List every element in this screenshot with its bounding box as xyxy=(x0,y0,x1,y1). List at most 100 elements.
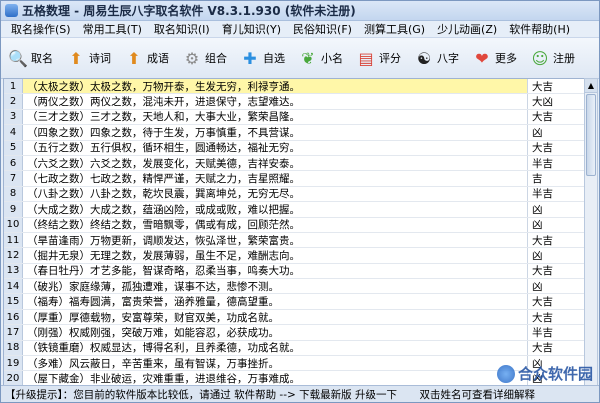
fortune-cell: 凶 xyxy=(532,280,543,293)
gear-icon: ⚙ xyxy=(184,48,200,68)
row-number: 11 xyxy=(4,232,23,248)
table-row[interactable]: 7 （七政之数）七政之数，精悍严谨，天赋之力，吉星照耀。吉 xyxy=(4,171,584,187)
toolbar-button-1[interactable]: ⬆ 诗词 xyxy=(63,42,113,74)
toolbar-button-5[interactable]: ❦ 小名 xyxy=(295,42,345,74)
fortune-cell: 大吉 xyxy=(532,342,553,355)
toolbar-label: 诗词 xyxy=(89,52,111,65)
row-number: 1 xyxy=(4,79,23,94)
meaning-cell[interactable]: （铁镜重磨）权威显达，博得名利，且养柔德，功成名就。 xyxy=(23,340,528,356)
meaning-cell[interactable]: （掘井无泉）无理之数，发展薄弱，虽生不足，难酬志向。 xyxy=(23,248,528,263)
table-row[interactable]: 14 （破兆）家庭缘薄，孤独遭难，谋事不达，悲惨不测。凶 xyxy=(4,279,584,295)
main-window: 五格数理 - 周易生辰八字取名软件 V8.3.1.930 (软件未注册) 取名操… xyxy=(0,0,600,403)
meaning-cell[interactable]: （五行之数）五行俱权，循环相生，圆通畅达，福祉无穷。 xyxy=(23,140,528,155)
table-row[interactable]: 1 （太极之数）太极之数，万物开泰，生发无穷，利禄亨通。 大吉 xyxy=(4,79,584,95)
menu-item-7[interactable]: 软件帮助(H) xyxy=(503,21,576,37)
fortune-cell: 大吉 xyxy=(532,265,553,278)
magnifier-icon: 🔍 xyxy=(8,48,28,68)
table-row[interactable]: 6 （六爻之数）六爻之数，发展变化，天赋美德，吉祥安泰。 半吉 xyxy=(4,155,584,172)
menu-bar: 取名操作(S) 常用工具(T) 取名知识(I) 育儿知识(Y) 民俗知识(F) 测算工具(… xyxy=(1,21,599,38)
scroll-thumb[interactable] xyxy=(586,94,596,176)
meaning-cell[interactable]: （六爻之数）六爻之数，发展变化，天赋美德，吉祥安泰。 xyxy=(23,155,528,171)
row-number: 18 xyxy=(4,340,23,356)
table-row[interactable]: 4 （四象之数）四象之数，待于生发，万事慎重，不具营谋。凶 xyxy=(4,125,584,141)
toolbar-button-6[interactable]: ▤ 评分 xyxy=(353,42,403,74)
row-number: 2 xyxy=(4,94,23,109)
row-number: 5 xyxy=(4,140,23,155)
meaning-cell[interactable]: （四象之数）四象之数，待于生发，万事慎重，不具营谋。 xyxy=(23,125,528,140)
meaning-cell[interactable]: （七政之数）七政之数，精悍严谨，天赋之力，吉星照耀。 xyxy=(23,171,528,186)
menu-item-3[interactable]: 育儿知识(Y) xyxy=(216,21,287,37)
toolbar-button-2[interactable]: ⬆ 成语 xyxy=(121,42,171,74)
menu-item-1[interactable]: 常用工具(T) xyxy=(77,21,148,37)
meaning-cell[interactable]: （屋下藏金）非业破运，灾难重重，进退维谷，万事难成。 xyxy=(23,371,528,386)
meaning-cell[interactable]: （大成之数）大成之数，蕴涵凶险，或成或败，难以把握。 xyxy=(23,202,528,217)
table-row[interactable]: 18 （铁镜重磨）权威显达，博得名利，且养柔德，功成名就。 大吉 xyxy=(4,340,584,357)
table-row[interactable]: 15 （福寿）福寿圆满，富贵荣誉，涵养雅量，德高望重。 大吉 xyxy=(4,294,584,310)
scroll-up-icon[interactable]: ▲ xyxy=(585,79,597,93)
table-row[interactable]: 11 （旱苗逢雨）万物更新，调顺发达，恢弘泽世，繁荣富贵。 大吉 xyxy=(4,232,584,249)
meaning-cell[interactable]: （终结之数）终结之数，雪暗飘零，偶或有成，回顾茫然。 xyxy=(23,217,528,232)
meaning-cell[interactable]: （厚重）厚德载物，安富尊荣，财官双美，功成名就。 xyxy=(23,309,528,325)
meaning-cell[interactable]: （八卦之数）八卦之数，乾坎艮震，巽离坤兑，无穷无尽。 xyxy=(23,186,528,202)
title-bar: 五格数理 - 周易生辰八字取名软件 V8.3.1.930 (软件未注册) xyxy=(1,1,599,21)
toolbar-button-8[interactable]: ❤ 更多 xyxy=(469,42,519,74)
table-row[interactable]: 16 （厚重）厚德载物，安富尊荣，财官双美，功成名就。 大吉 xyxy=(4,309,584,326)
toolbar-label: 小名 xyxy=(321,52,343,65)
table-row[interactable]: 9 （大成之数）大成之数，蕴涵凶险，或成或败，难以把握。凶 xyxy=(4,202,584,218)
fortune-cell: 大吉 xyxy=(532,296,553,309)
row-number: 13 xyxy=(4,263,23,279)
menu-item-4[interactable]: 民俗知识(F) xyxy=(287,21,358,37)
fortune-cell: 凶 xyxy=(532,250,543,262)
meaning-cell[interactable]: （春日牡丹）才艺多能，智谋奇略，忍柔当事，鸣奏大功。 xyxy=(23,263,528,279)
fortune-cell: 大吉 xyxy=(532,111,553,124)
meaning-cell[interactable]: （太极之数）太极之数，万物开泰，生发无穷，利禄亨通。 xyxy=(23,79,528,94)
table-row[interactable]: 13 （春日牡丹）才艺多能，智谋奇略，忍柔当事，鸣奏大功。 大吉 xyxy=(4,263,584,280)
fortune-cell: 大凶 xyxy=(532,96,553,109)
number-meaning-table[interactable]: 1 （太极之数）太极之数，万物开泰，生发无穷，利禄亨通。 大吉 2 （两仪之数）两仪之数… xyxy=(3,78,585,388)
row-number: 6 xyxy=(4,155,23,171)
arrow-up-icon: ⬆ xyxy=(69,48,83,68)
meaning-cell[interactable]: （破兆）家庭缘薄，孤独遭难，谋事不达，悲惨不测。 xyxy=(23,279,528,294)
fortune-cell: 凶 xyxy=(532,126,543,139)
toolbar-label: 取名 xyxy=(31,52,53,65)
row-number: 14 xyxy=(4,279,23,294)
fortune-cell: 大吉 xyxy=(532,142,553,155)
toolbar-button-9[interactable]: ☺ 注册 xyxy=(527,42,577,74)
fortune-cell: 大吉 xyxy=(532,80,553,93)
toolbar-button-0[interactable]: 🔍 取名 xyxy=(5,42,55,74)
menu-item-2[interactable]: 取名知识(I) xyxy=(148,21,216,37)
table-row[interactable]: 3 （三才之数）三才之数，天地人和，大事大业，繁荣昌隆。 大吉 xyxy=(4,109,584,126)
meaning-cell[interactable]: （旱苗逢雨）万物更新，调顺发达，恢弘泽世，繁荣富贵。 xyxy=(23,232,528,248)
meaning-cell[interactable]: （刚强）权威刚强，突破万难，如能容忍，必获成功。 xyxy=(23,325,528,340)
table-row[interactable]: 5 （五行之数）五行俱权，循环相生，圆通畅达，福祉无穷。 大吉 xyxy=(4,140,584,156)
fortune-cell: 半吉 xyxy=(532,188,553,201)
fortune-cell: 大吉 xyxy=(532,311,553,324)
watermark-logo-icon xyxy=(496,364,515,383)
row-number: 3 xyxy=(4,109,23,125)
window-title: 五格数理 - 周易生辰八字取名软件 V8.3.1.930 (软件未注册) xyxy=(22,4,356,18)
toolbar-button-7[interactable]: ☯ 八字 xyxy=(411,42,461,74)
status-bar: 【升级提示】：您目前的软件版本比较低，请通过 软件帮助 --> 下载最新版 升级… xyxy=(1,385,599,402)
table-row[interactable]: 17 （刚强）权威刚强，突破万难，如能容忍，必获成功。 半吉 xyxy=(4,325,584,341)
table-row[interactable]: 12 （掘井无泉）无理之数，发展薄弱，虽生不足，难酬志向。凶 xyxy=(4,248,584,264)
row-number: 7 xyxy=(4,171,23,186)
meaning-cell[interactable]: （福寿）福寿圆满，富贵荣誉，涵养雅量，德高望重。 xyxy=(23,294,528,309)
vertical-scrollbar[interactable]: ▲ xyxy=(584,78,598,386)
meaning-cell[interactable]: （多难）风云蔽日，辛苦重来，虽有智谋，万事挫折。 xyxy=(23,356,528,371)
toolbar-button-4[interactable]: ✚ 自选 xyxy=(237,42,287,74)
table-row[interactable]: 10 （终结之数）终结之数，雪暗飘零，偶或有成，回顾茫然。凶 xyxy=(4,217,584,233)
fortune-cell: 大吉 xyxy=(532,234,553,247)
meaning-cell[interactable]: （三才之数）三才之数，天地人和，大事大业，繁荣昌隆。 xyxy=(23,109,528,125)
row-number: 16 xyxy=(4,309,23,325)
toolbar: 🔍 取名 ⬆ 诗词 ⬆ 成语 ⚙ 组合 ✚ 自选 ❦ 小名 ▤ 评分 ☯ 八字 ❤ 更多 ☺ 注册 xyxy=(1,38,599,79)
menu-item-6[interactable]: 少儿动画(Z) xyxy=(431,21,503,37)
heart-plus-icon: ❤ xyxy=(475,48,489,68)
menu-item-0[interactable]: 取名操作(S) xyxy=(5,21,77,37)
toolbar-label: 八字 xyxy=(437,52,459,65)
table-row[interactable]: 8 （八卦之数）八卦之数，乾坎艮震，巽离坤兑，无穷无尽。 半吉 xyxy=(4,186,584,203)
table-row[interactable]: 2 （两仪之数）两仪之数，混沌未开，进退保守，志望难达。 大凶 xyxy=(4,94,584,110)
toolbar-button-3[interactable]: ⚙ 组合 xyxy=(179,42,229,74)
meaning-cell[interactable]: （两仪之数）两仪之数，混沌未开，进退保守，志望难达。 xyxy=(23,94,528,109)
row-number: 19 xyxy=(4,356,23,371)
menu-item-5[interactable]: 测算工具(G) xyxy=(358,21,431,37)
